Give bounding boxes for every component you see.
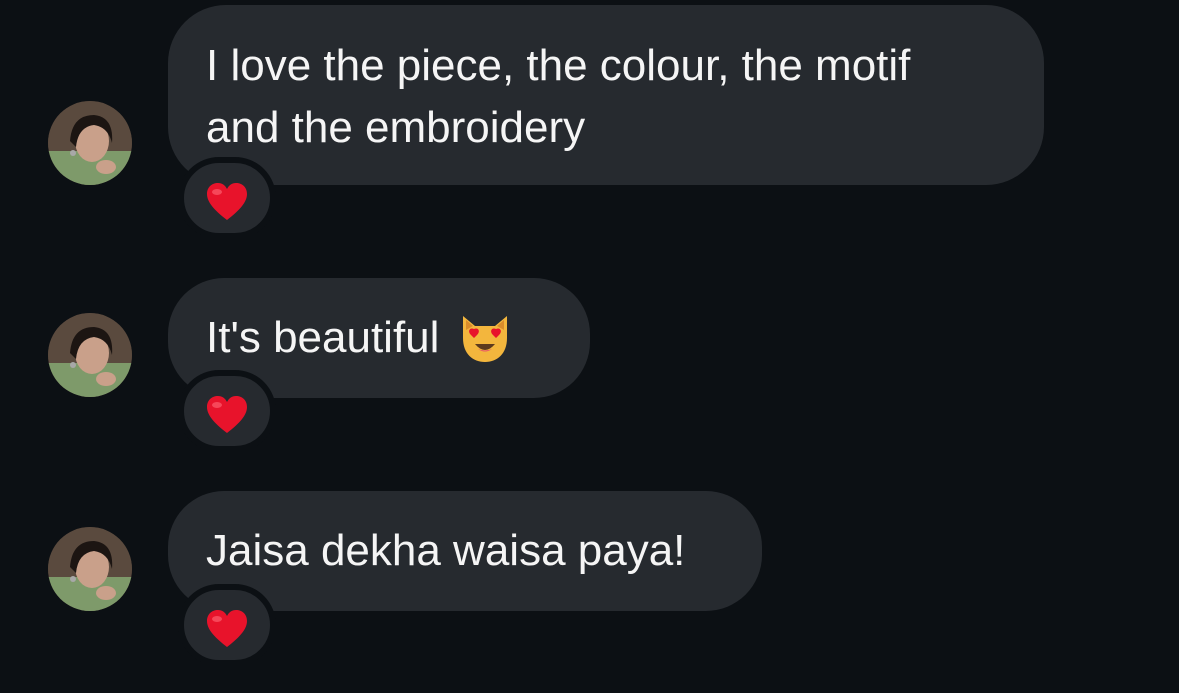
sender-avatar[interactable] bbox=[48, 527, 132, 611]
message-bubble[interactable]: I love the piece, the colour, the motif … bbox=[168, 5, 1044, 185]
reaction-badge[interactable] bbox=[178, 584, 276, 666]
avatar-photo bbox=[48, 101, 132, 185]
message-text: Jaisa dekha waisa paya! bbox=[206, 526, 686, 575]
heart-eyes-cat-icon bbox=[457, 308, 513, 364]
sender-avatar[interactable] bbox=[48, 313, 132, 397]
avatar-photo bbox=[48, 313, 132, 397]
red-heart-icon bbox=[207, 183, 247, 220]
message-thread: I love the piece, the colour, the motif … bbox=[0, 0, 1179, 693]
reaction-badge[interactable] bbox=[178, 157, 276, 239]
avatar-photo bbox=[48, 527, 132, 611]
message-text-line: and the embroidery bbox=[206, 103, 586, 152]
reaction-badge[interactable] bbox=[178, 370, 276, 452]
red-heart-icon bbox=[207, 610, 247, 647]
sender-avatar[interactable] bbox=[48, 101, 132, 185]
red-heart-icon bbox=[207, 396, 247, 433]
message-text: It's beautiful bbox=[206, 313, 440, 362]
message-text-line: I love the piece, the colour, the motif bbox=[206, 41, 911, 90]
